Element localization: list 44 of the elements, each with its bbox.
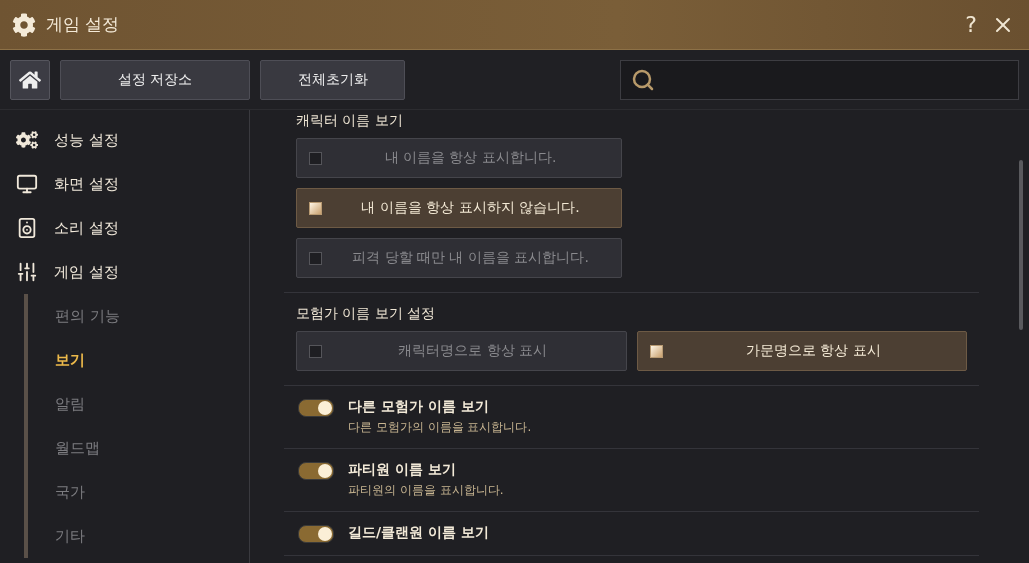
- settings-icon: [12, 12, 36, 37]
- toggle-switch[interactable]: [298, 525, 334, 543]
- sidebar-subitem[interactable]: 알림: [55, 382, 249, 426]
- sidebar-subitem[interactable]: 국가: [55, 470, 249, 514]
- sidebar-subitem[interactable]: 편의 기능: [55, 294, 249, 338]
- setting-title: 다른 모험가 이름 보기: [348, 398, 490, 416]
- sliders-icon: [16, 261, 38, 283]
- home-icon: [19, 68, 41, 91]
- option-button[interactable]: 가문명으로 항상 표시: [636, 331, 967, 371]
- section-title: 캐릭터 이름 보기: [296, 112, 404, 130]
- scrollbar[interactable]: [1019, 160, 1023, 330]
- option-button[interactable]: 피격 당할 때만 내 이름을 표시합니다.: [296, 238, 622, 278]
- sidebar-item[interactable]: 소리 설정: [54, 218, 119, 238]
- checkbox[interactable]: [309, 251, 322, 265]
- toolbar-button[interactable]: 전체초기화: [260, 59, 405, 100]
- checkbox[interactable]: [309, 151, 322, 165]
- speaker-icon: [16, 217, 38, 239]
- option-button[interactable]: 내 이름을 항상 표시하지 않습니다.: [296, 188, 622, 228]
- section-title: 모험가 이름 보기 설정: [296, 305, 437, 323]
- sidebar-subitem[interactable]: 기타: [55, 514, 249, 558]
- sidebar-item[interactable]: 게임 설정: [54, 262, 119, 282]
- option-button[interactable]: 캐릭터명으로 항상 표시: [296, 331, 627, 371]
- search-field[interactable]: [620, 59, 1019, 100]
- toggle-switch[interactable]: [298, 462, 334, 480]
- toolbar-button[interactable]: 설정 저장소: [60, 59, 250, 100]
- checkbox[interactable]: [649, 344, 663, 358]
- sidebar-item[interactable]: 화면 설정: [54, 174, 119, 194]
- toggle-switch[interactable]: [298, 399, 334, 417]
- sidebar-subitem[interactable]: 월드맵: [55, 426, 249, 470]
- setting-description: 파티원의 이름을 표시합니다.: [348, 482, 504, 499]
- checkbox[interactable]: [309, 201, 322, 215]
- setting-description: 다른 모험가의 이름을 표시합니다.: [348, 419, 532, 436]
- option-button[interactable]: 내 이름을 항상 표시합니다.: [296, 138, 622, 178]
- sidebar-item[interactable]: 성능 설정: [54, 130, 119, 150]
- setting-title: 파티원 이름 보기: [348, 461, 457, 479]
- help-button[interactable]: ?: [961, 12, 981, 37]
- window-title: 게임 설정: [46, 13, 121, 36]
- search-icon: [631, 67, 655, 92]
- checkbox[interactable]: [309, 344, 322, 358]
- sidebar-subitem[interactable]: 보기: [55, 338, 249, 382]
- monitor-icon: [16, 173, 38, 195]
- gears-icon: [16, 129, 38, 151]
- home-button[interactable]: [10, 59, 50, 100]
- setting-title: 길드/클랜원 이름 보기: [348, 524, 489, 542]
